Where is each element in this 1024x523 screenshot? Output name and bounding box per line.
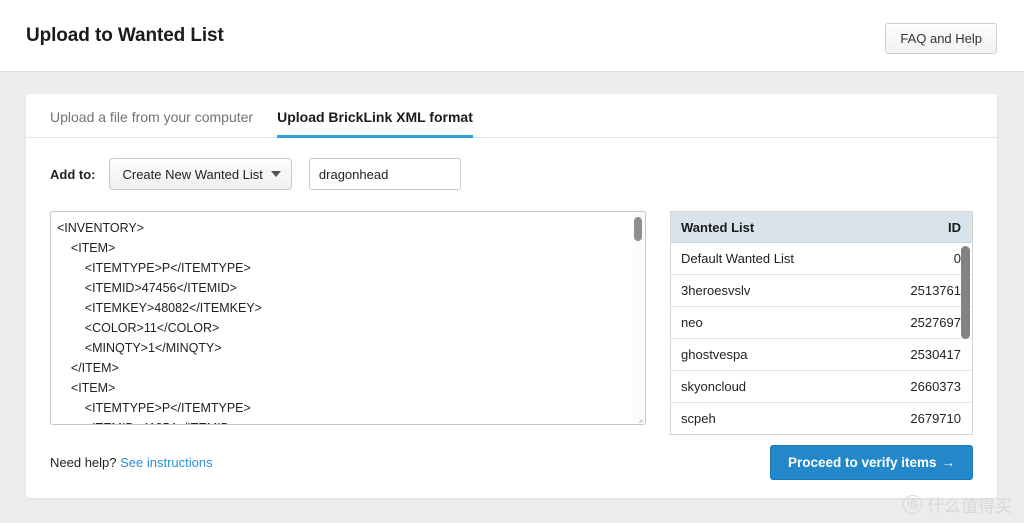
top-header-bar: Upload to Wanted List FAQ and Help: [0, 0, 1024, 72]
tab-upload-bricklink-xml[interactable]: Upload BrickLink XML format: [277, 109, 473, 138]
table-row[interactable]: Default Wanted List 0: [671, 243, 972, 275]
page-title: Upload to Wanted List: [26, 25, 224, 46]
wanted-list-select-value: Create New Wanted List: [122, 166, 263, 182]
table-row[interactable]: ghostvespa 2530417: [671, 339, 972, 371]
xml-scrollbar-thumb[interactable]: [634, 217, 642, 241]
cell-list-name: ghostvespa: [681, 347, 748, 362]
cell-list-id: 2679710: [910, 411, 961, 426]
table-row[interactable]: scpeh 2679710: [671, 403, 972, 434]
table-header-row: Wanted List ID: [671, 212, 972, 243]
need-help-text: Need help? See instructions: [50, 455, 213, 470]
table-scrollbar-thumb[interactable]: [961, 246, 970, 339]
table-row[interactable]: 3heroesvslv 2513761: [671, 275, 972, 307]
proceed-button-label: Proceed to verify items: [787, 455, 937, 470]
cell-list-name: 3heroesvslv: [681, 283, 751, 298]
cell-list-name: scpeh: [681, 411, 716, 426]
tab-upload-file[interactable]: Upload a file from your computer: [50, 109, 253, 137]
column-header-wanted-list: Wanted List: [681, 219, 755, 235]
cell-list-id: 2527697: [910, 315, 961, 330]
arrow-right-icon: →: [941, 455, 956, 470]
faq-and-help-button[interactable]: FAQ and Help: [885, 23, 997, 54]
cell-list-id: 2530417: [910, 347, 961, 362]
tab-bar: Upload a file from your computer Upload …: [26, 94, 997, 138]
xml-content: <INVENTORY> <ITEM> <ITEMTYPE>P</ITEMTYPE…: [57, 221, 262, 424]
proceed-to-verify-items-button[interactable]: Proceed to verify items →: [769, 445, 973, 480]
new-list-name-input[interactable]: [308, 158, 461, 190]
cell-list-name: Default Wanted List: [681, 251, 794, 266]
cell-list-id: 0: [953, 251, 961, 266]
column-header-id: ID: [948, 219, 961, 235]
need-help-label: Need help?: [50, 455, 117, 470]
textarea-resize-handle[interactable]: [630, 409, 644, 423]
xml-scrollbar-track[interactable]: [633, 213, 644, 423]
cell-list-id: 2660373: [910, 379, 961, 394]
upload-card: Upload a file from your computer Upload …: [26, 94, 997, 498]
table-row[interactable]: neo 2527697: [671, 307, 972, 339]
xml-input-area[interactable]: <INVENTORY> <ITEM> <ITEMTYPE>P</ITEMTYPE…: [50, 211, 646, 425]
add-to-row: Add to: Create New Wanted List: [50, 158, 461, 190]
cell-list-id: 2513761: [910, 283, 961, 298]
cell-list-name: skyoncloud: [681, 379, 747, 394]
chevron-down-icon: [270, 171, 281, 177]
wanted-list-select[interactable]: Create New Wanted List: [109, 158, 292, 190]
table-row[interactable]: skyoncloud 2660373: [671, 371, 972, 403]
add-to-label: Add to:: [50, 166, 96, 182]
cell-list-name: neo: [681, 315, 703, 330]
see-instructions-link[interactable]: See instructions: [120, 455, 213, 470]
wanted-list-table: Wanted List ID Default Wanted List 0 3he…: [670, 211, 973, 435]
